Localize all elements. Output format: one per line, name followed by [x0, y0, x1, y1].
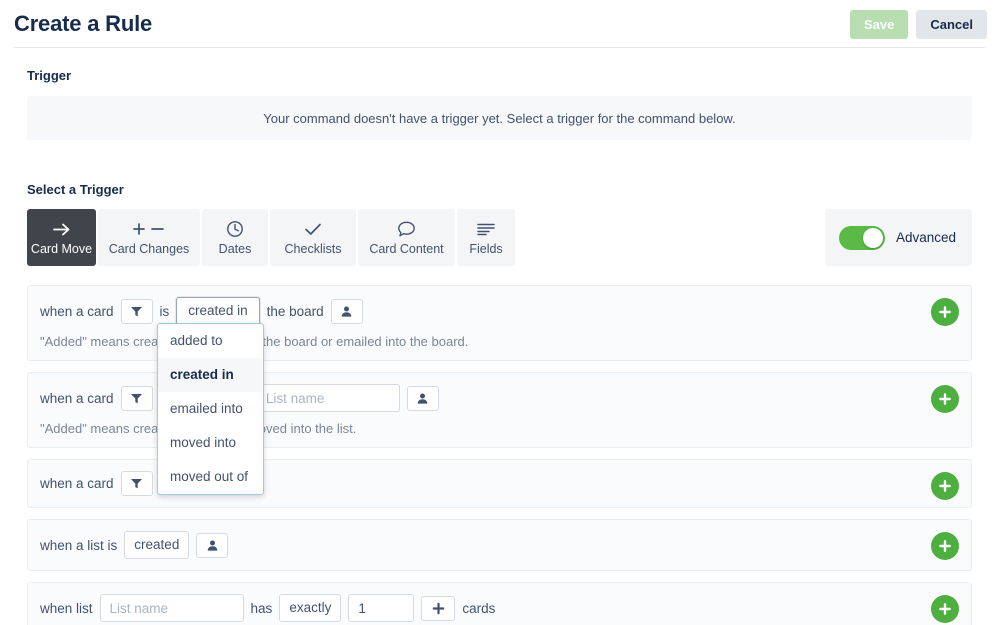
plus-minus-icon	[132, 219, 166, 239]
trigger-tabs: Card Move Card Changes Dates Checklists	[27, 209, 515, 266]
card-count-input[interactable]	[348, 594, 415, 622]
tab-checklists-label: Checklists	[284, 242, 342, 257]
rule-prefix-label: when a card	[40, 476, 114, 491]
rule-line: when a list is created	[40, 531, 959, 559]
trigger-rule-list: when a card is created in the board "Add…	[27, 285, 972, 625]
check-icon	[303, 219, 323, 239]
clock-icon	[226, 219, 244, 239]
header-divider	[14, 47, 985, 48]
tab-dates[interactable]: Dates	[202, 209, 268, 266]
list-action-select[interactable]: created	[124, 531, 190, 559]
page-header: Create a Rule Save Cancel	[0, 0, 999, 48]
trigger-empty-message: Your command doesn't have a trigger yet.…	[263, 110, 736, 126]
rule-prefix-label: when a card	[40, 390, 114, 406]
cancel-button[interactable]: Cancel	[916, 9, 987, 39]
select-trigger-label: Select a Trigger	[27, 182, 124, 197]
plus-icon[interactable]	[421, 595, 456, 621]
rule-has-label: has	[250, 600, 273, 616]
filter-icon[interactable]	[120, 471, 153, 496]
card-move-type-select[interactable]: created in	[176, 297, 260, 325]
dropdown-item-emailed-into[interactable]: emailed into	[158, 392, 263, 426]
rule-prefix-label: when list	[40, 600, 93, 616]
arrow-right-icon	[52, 219, 72, 239]
filter-icon[interactable]	[120, 298, 153, 324]
rule-prefix-label: when a card	[40, 303, 114, 319]
rule-suffix-label: the board	[266, 303, 324, 319]
trigger-row-card-board: when a card is created in the board "Add…	[27, 285, 972, 495]
member-icon[interactable]	[330, 298, 363, 324]
trigger-row-list-card-count: when list has exactly cards	[27, 582, 972, 625]
count-operator-select[interactable]: exactly	[279, 594, 342, 622]
member-icon[interactable]	[406, 385, 439, 411]
tab-card-move[interactable]: Card Move	[27, 209, 96, 266]
rule-line: when a card is created in the board	[40, 297, 959, 325]
dropdown-item-added-to[interactable]: added to	[158, 324, 263, 358]
add-trigger-button[interactable]	[931, 298, 959, 326]
dropdown-item-created-in[interactable]: created in	[158, 358, 263, 392]
list-name-input[interactable]	[99, 594, 244, 622]
tab-card-changes[interactable]: Card Changes	[98, 209, 200, 266]
rule-prefix-label: when a list is	[40, 537, 118, 553]
dropdown-item-moved-into[interactable]: moved into	[158, 426, 263, 460]
tab-dates-label: Dates	[218, 242, 252, 257]
rule-cards-label: cards	[462, 600, 496, 616]
filter-icon[interactable]	[120, 385, 153, 411]
tab-card-changes-label: Card Changes	[108, 242, 190, 257]
comment-icon	[397, 219, 416, 239]
tab-card-content[interactable]: Card Content	[358, 209, 455, 266]
page-title: Create a Rule	[14, 11, 153, 36]
trigger-tabbar: Card Move Card Changes Dates Checklists	[27, 209, 972, 266]
tab-card-content-label: Card Content	[369, 242, 444, 257]
add-trigger-button[interactable]	[931, 472, 959, 500]
tab-fields-label: Fields	[469, 242, 503, 257]
tab-card-move-label: Card Move	[30, 242, 93, 257]
header-actions: Save Cancel	[849, 9, 987, 39]
tab-checklists[interactable]: Checklists	[270, 209, 356, 266]
trigger-row-list-created: when a list is created	[27, 519, 972, 571]
rule-is-label: is	[159, 303, 170, 319]
lines-icon	[476, 219, 496, 239]
toggle-knob	[862, 227, 883, 248]
add-trigger-button[interactable]	[931, 532, 959, 560]
add-trigger-button[interactable]	[931, 385, 959, 413]
trigger-empty-banner: Your command doesn't have a trigger yet.…	[27, 96, 972, 140]
list-name-input[interactable]	[255, 384, 400, 412]
tab-fields[interactable]: Fields	[457, 209, 515, 266]
rule-line: when list has exactly cards	[40, 594, 959, 622]
advanced-toggle-container: Advanced	[824, 209, 972, 266]
member-icon[interactable]	[196, 532, 229, 558]
trigger-section-label: Trigger	[27, 68, 72, 83]
page-body: Trigger Your command doesn't have a trig…	[0, 68, 999, 625]
add-trigger-button[interactable]	[931, 595, 959, 623]
dropdown-item-moved-out-of[interactable]: moved out of	[158, 460, 263, 494]
advanced-toggle[interactable]	[838, 225, 885, 250]
card-move-type-dropdown[interactable]: added to created in emailed into moved i…	[157, 323, 264, 495]
save-button[interactable]: Save	[849, 9, 909, 39]
advanced-label: Advanced	[895, 230, 956, 245]
